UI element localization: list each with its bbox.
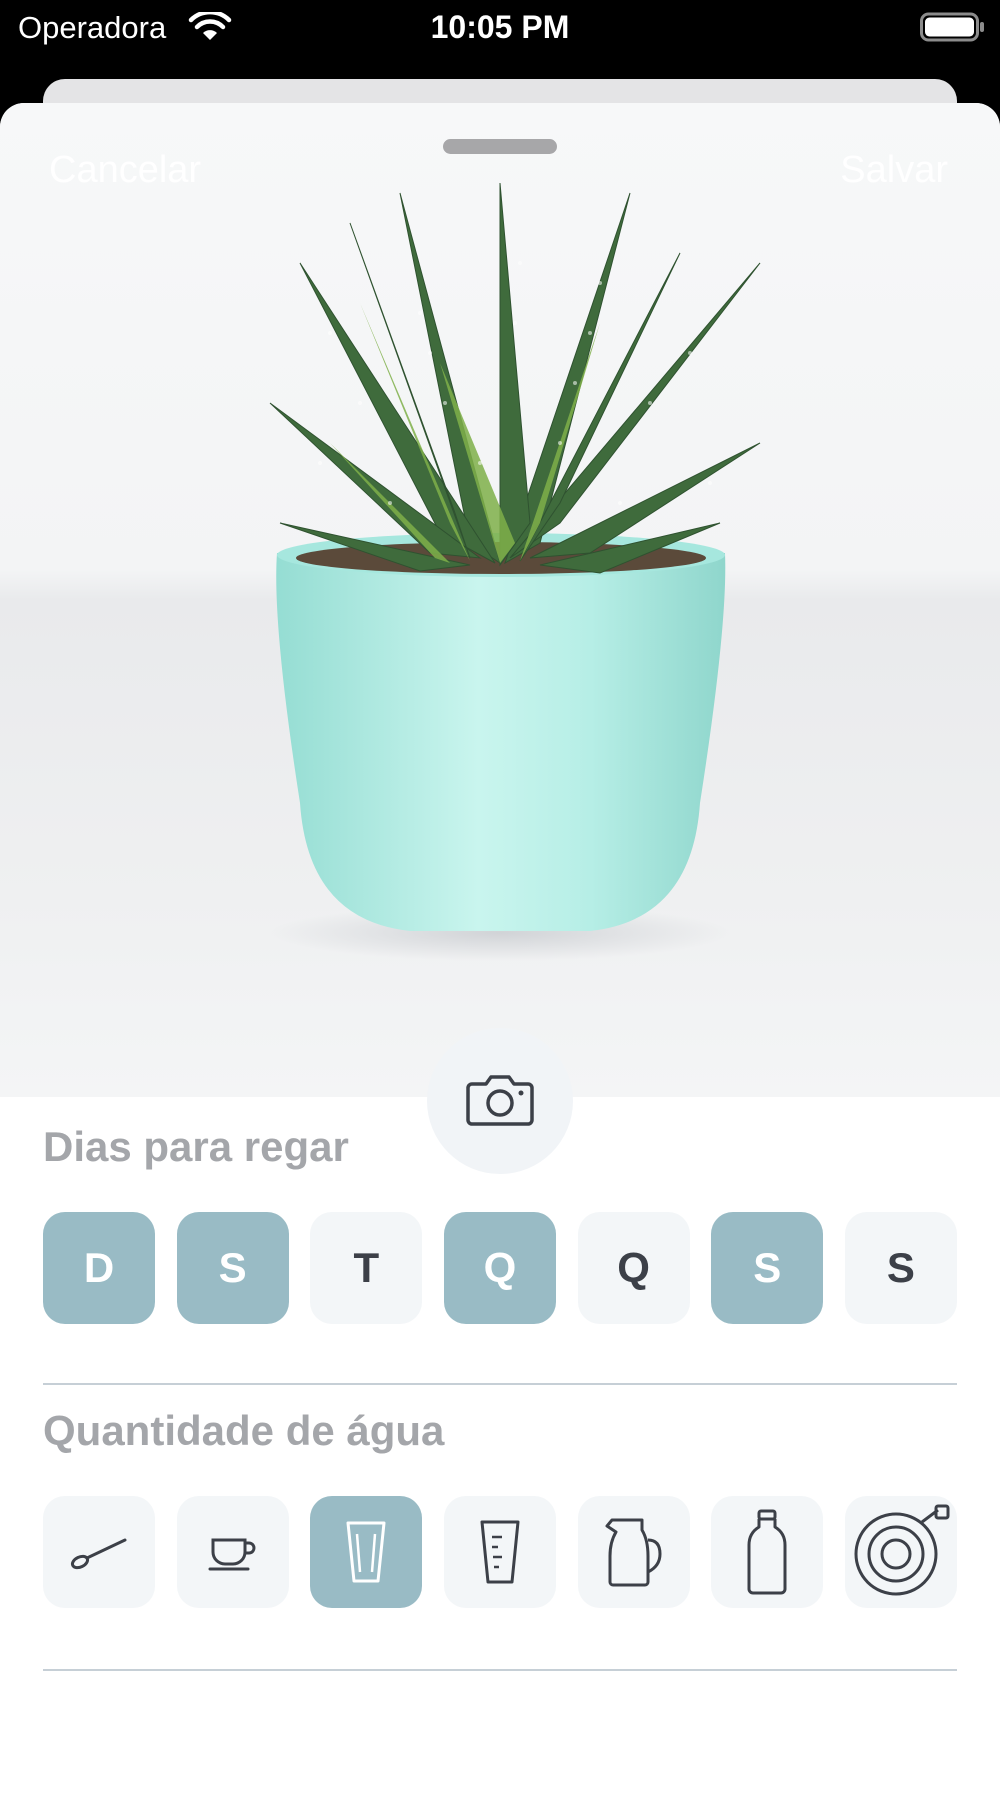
day-button-thursday[interactable]: Q: [577, 1212, 690, 1324]
sheet-grabber[interactable]: [443, 139, 557, 154]
status-time: 10:05 PM: [430, 9, 570, 45]
water-option-bottle[interactable]: [711, 1496, 824, 1608]
camera-icon: [466, 1072, 534, 1131]
day-label: S: [218, 1244, 247, 1291]
day-label: S: [753, 1244, 782, 1291]
day-label: Q: [483, 1244, 517, 1291]
day-label: T: [353, 1244, 380, 1291]
day-label: D: [83, 1244, 115, 1291]
section-divider: [43, 1383, 957, 1385]
day-button-sunday[interactable]: D: [43, 1212, 155, 1324]
plant-photo: [0, 103, 1000, 1097]
day-button-friday[interactable]: S: [711, 1212, 824, 1324]
day-button-saturday[interactable]: S: [844, 1212, 957, 1324]
water-option-hose[interactable]: [844, 1496, 957, 1608]
water-option-cup[interactable]: [176, 1496, 289, 1608]
day-label: Q: [617, 1244, 650, 1291]
water-option-spoon[interactable]: [43, 1496, 155, 1608]
glass-icon: [344, 1520, 388, 1584]
change-photo-button[interactable]: [427, 1028, 573, 1174]
section-divider: [43, 1669, 957, 1671]
water-option-pitcher[interactable]: [577, 1496, 690, 1608]
pitcher-icon: [604, 1516, 664, 1588]
water-amount-title: Quantidade de água: [43, 1407, 445, 1454]
cup-icon: [208, 1532, 258, 1572]
watering-days-selector: D S T Q Q S S: [43, 1212, 957, 1324]
day-button-wednesday[interactable]: Q: [443, 1212, 556, 1324]
spoon-icon: [69, 1532, 129, 1572]
battery-icon: [920, 12, 986, 42]
cancel-button[interactable]: Cancelar: [49, 149, 201, 192]
save-button[interactable]: Salvar: [840, 149, 948, 192]
water-option-measuring-cup[interactable]: [443, 1496, 556, 1608]
water-option-glass[interactable]: [310, 1496, 423, 1608]
water-amount-selector: [43, 1496, 957, 1608]
hose-icon: [852, 1504, 950, 1600]
edit-plant-sheet: Cancelar Salvar Dias para regar D S T Q …: [0, 103, 1000, 1803]
day-label: S: [886, 1244, 915, 1291]
measuring-cup-icon: [478, 1519, 522, 1585]
status-bar: Operadora 10:05 PM: [0, 0, 1000, 56]
bottle-icon: [745, 1509, 789, 1595]
day-button-monday[interactable]: S: [176, 1212, 289, 1324]
day-button-tuesday[interactable]: T: [310, 1212, 423, 1324]
watering-days-title: Dias para regar: [43, 1123, 349, 1170]
